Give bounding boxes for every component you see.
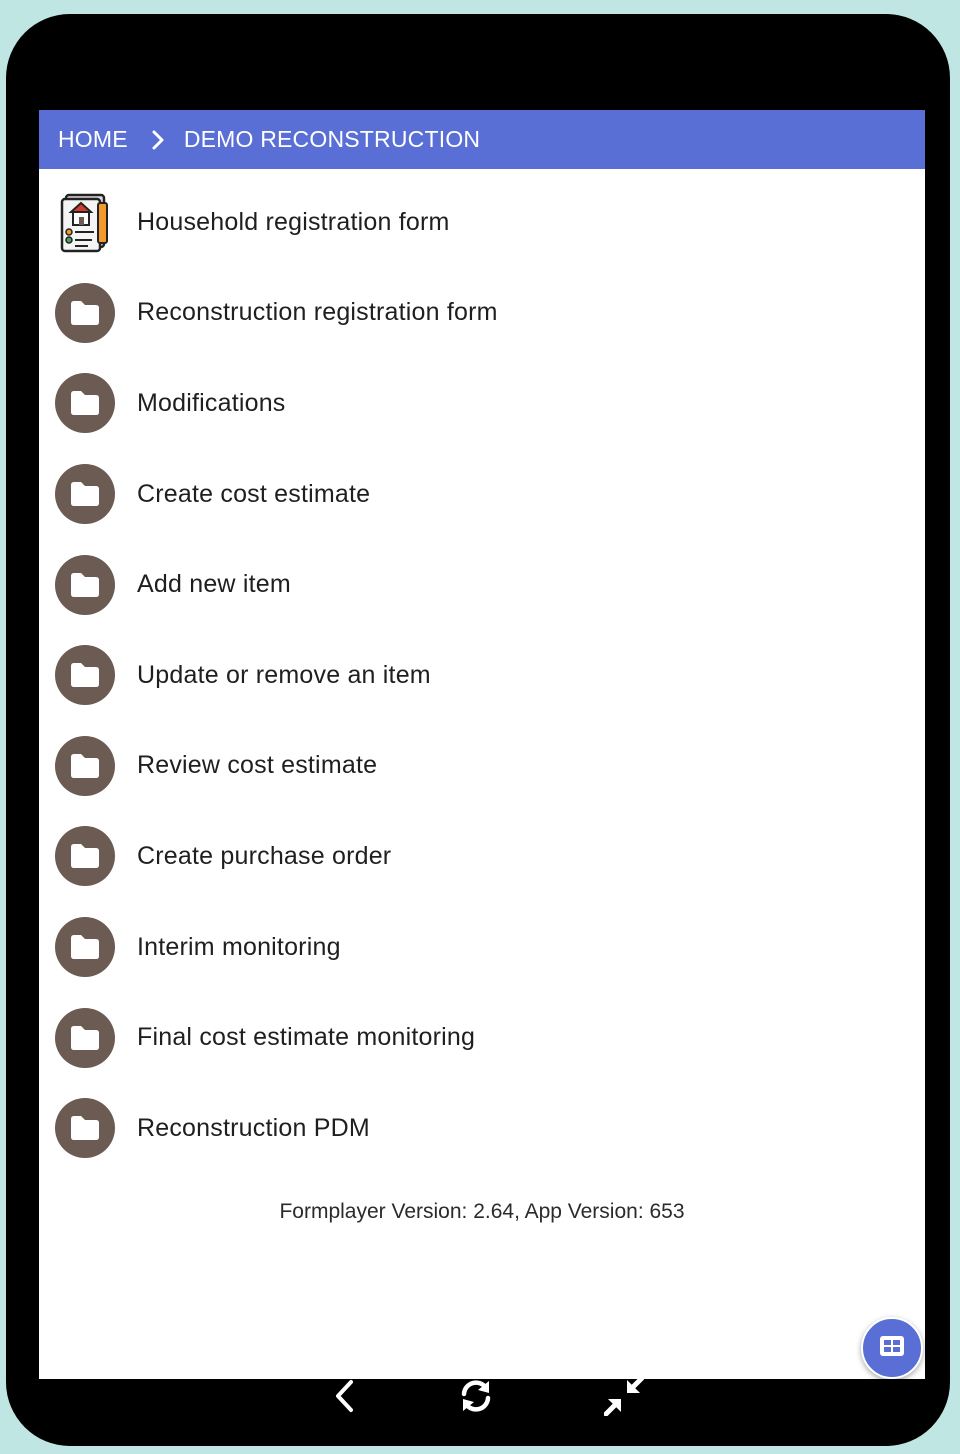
menu-item-label: Reconstruction PDM — [137, 1113, 370, 1142]
menu-item-label: Update or remove an item — [137, 660, 431, 689]
menu-item-label: Household registration form — [137, 207, 450, 236]
minimize-button[interactable] — [602, 1375, 646, 1421]
menu-item-interim-monitoring[interactable]: Interim monitoring — [39, 902, 925, 993]
folder-icon — [55, 735, 115, 796]
back-icon — [333, 1379, 357, 1418]
breadcrumb-home[interactable]: HOME — [58, 126, 128, 153]
menu-item-update-or-remove-an-item[interactable]: Update or remove an item — [39, 630, 925, 721]
folder-icon — [55, 1098, 115, 1159]
device-nav-bar — [6, 1366, 950, 1428]
breadcrumb: HOME DEMO RECONSTRUCTION — [39, 110, 925, 169]
refresh-button[interactable] — [454, 1376, 498, 1420]
tablet-frame: HOME DEMO RECONSTRUCTION Household regis… — [6, 14, 950, 1446]
menu-item-label: Interim monitoring — [137, 932, 341, 961]
version-info: Formplayer Version: 2.64, App Version: 6… — [279, 1200, 685, 1223]
menu-item-label: Reconstruction registration form — [137, 298, 498, 327]
folder-icon — [55, 1007, 115, 1068]
menu-item-label: Create purchase order — [137, 841, 392, 870]
menu-item-household-registration-form[interactable]: Household registration form — [39, 177, 925, 268]
app-screen: HOME DEMO RECONSTRUCTION Household regis… — [39, 110, 925, 1379]
grid-icon — [879, 1335, 905, 1362]
menu-item-label: Add new item — [137, 570, 291, 599]
folder-icon — [55, 464, 115, 525]
menu-item-label: Create cost estimate — [137, 479, 371, 508]
folder-icon — [55, 554, 115, 615]
module-menu-list: Household registration form Reconstructi… — [39, 177, 925, 1174]
refresh-icon — [458, 1378, 494, 1419]
back-button[interactable] — [323, 1376, 367, 1420]
menu-item-create-purchase-order[interactable]: Create purchase order — [39, 811, 925, 902]
folder-icon — [55, 645, 115, 706]
menu-item-review-cost-estimate[interactable]: Review cost estimate — [39, 721, 925, 812]
menu-item-create-cost-estimate[interactable]: Create cost estimate — [39, 449, 925, 540]
menu-item-reconstruction-pdm[interactable]: Reconstruction PDM — [39, 1083, 925, 1174]
folder-icon — [55, 373, 115, 434]
menu-item-add-new-item[interactable]: Add new item — [39, 539, 925, 630]
menu-item-final-cost-estimate-monitoring[interactable]: Final cost estimate monitoring — [39, 992, 925, 1083]
menu-item-modifications[interactable]: Modifications — [39, 358, 925, 449]
folder-icon — [55, 917, 115, 978]
minimize-icon — [603, 1375, 645, 1421]
chevron-right-icon — [141, 125, 175, 155]
folder-icon — [55, 282, 115, 343]
menu-item-reconstruction-registration-form[interactable]: Reconstruction registration form — [39, 268, 925, 359]
menu-item-label: Modifications — [137, 388, 286, 417]
breadcrumb-current: DEMO RECONSTRUCTION — [183, 126, 481, 152]
folder-icon — [55, 826, 115, 887]
menu-item-label: Review cost estimate — [137, 751, 378, 780]
registration-form-icon — [55, 192, 115, 253]
menu-item-label: Final cost estimate monitoring — [137, 1023, 476, 1052]
